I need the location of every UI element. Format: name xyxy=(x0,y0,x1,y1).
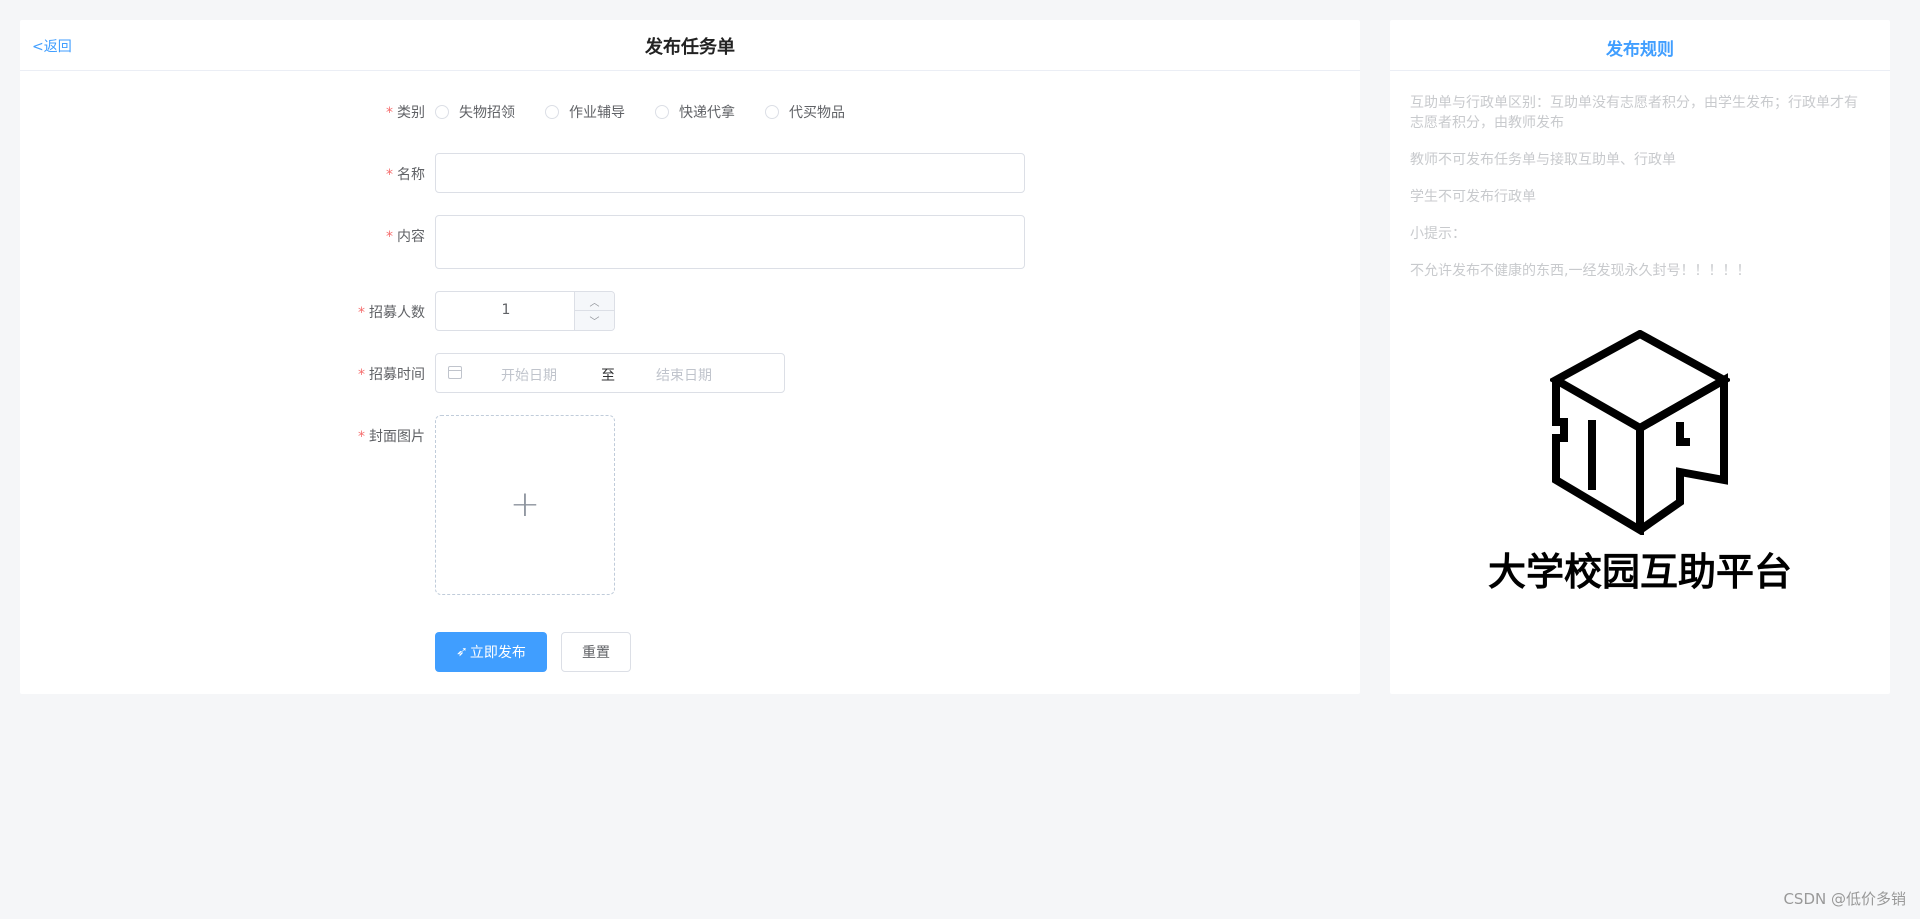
rules-card: 发布规则 互助单与行政单区别：互助单没有志愿者积分，由学生发布；行政单才有志愿者… xyxy=(1390,20,1890,694)
cube-logo-icon xyxy=(1547,329,1733,538)
rule-item: 不允许发布不健康的东西,一经发现永久封号！！！！！ xyxy=(1410,263,1751,279)
stepper-controls: ︿ ﹀ xyxy=(574,292,614,330)
content-textarea[interactable] xyxy=(435,215,1025,269)
recruit-count-stepper[interactable]: 1 ︿ ﹀ xyxy=(435,291,615,331)
radio-express[interactable]: 快递代拿 xyxy=(655,102,735,122)
recruit-count-row: * 招募人数 1 ︿ ﹀ xyxy=(20,291,1360,331)
logo-text: 大学校园互助平台 xyxy=(1487,550,1792,594)
card-header: <返回 发布任务单 xyxy=(20,20,1360,71)
name-input[interactable] xyxy=(435,153,1025,193)
category-radio-group: 失物招领 作业辅导 快递代拿 代买物品 xyxy=(435,102,875,122)
start-date-input[interactable]: 开始日期 xyxy=(501,365,557,385)
end-date-input[interactable]: 结束日期 xyxy=(656,365,712,385)
watermark: CSDN @低价多销 xyxy=(1783,890,1906,908)
name-label: * 名称 xyxy=(386,167,425,183)
rules-list: 互助单与行政单区别：互助单没有志愿者积分，由学生发布；行政单才有志愿者积分，由教… xyxy=(1390,71,1890,281)
rule-item: 教师不可发布任务单与接取互助单、行政单 xyxy=(1410,152,1676,168)
plus-icon: + xyxy=(509,484,541,525)
rule-item: 学生不可发布行政单 xyxy=(1410,189,1536,205)
recruit-time-label: * 招募时间 xyxy=(358,367,425,383)
send-icon: ➶ xyxy=(456,644,468,660)
date-range-picker[interactable]: 开始日期 至 结束日期 xyxy=(435,353,785,393)
radio-homework[interactable]: 作业辅导 xyxy=(545,102,625,122)
range-separator: 至 xyxy=(601,368,615,384)
publish-task-card: <返回 发布任务单 * 类别 失物招领 作业辅导 快递代拿 代买物品 * 名称 * 内… xyxy=(20,20,1360,694)
category-label: * 类别 xyxy=(386,105,425,121)
platform-logo: 大学校园互助平台 xyxy=(1390,329,1890,596)
rule-item: 互助单与行政单区别：互助单没有志愿者积分，由学生发布；行政单才有志愿者积分，由教… xyxy=(1410,95,1858,131)
recruit-count-value[interactable]: 1 xyxy=(436,302,576,318)
chevron-up-icon: ︿ xyxy=(589,297,600,309)
radio-lost-found[interactable]: 失物招领 xyxy=(435,102,515,122)
radio-circle[interactable] xyxy=(435,105,449,119)
rules-title: 发布规则 xyxy=(1606,40,1674,60)
publish-button[interactable]: ➶ 立即发布 xyxy=(435,632,547,672)
radio-circle[interactable] xyxy=(765,105,779,119)
cover-label: * 封面图片 xyxy=(358,429,425,445)
calendar-icon xyxy=(448,366,462,379)
radio-circle[interactable] xyxy=(655,105,669,119)
decrease-button[interactable]: ﹀ xyxy=(575,311,614,330)
rule-item: 小提示： xyxy=(1410,226,1466,242)
radio-purchase[interactable]: 代买物品 xyxy=(765,102,845,122)
reset-button[interactable]: 重置 xyxy=(561,632,631,672)
radio-circle[interactable] xyxy=(545,105,559,119)
recruit-count-label: * 招募人数 xyxy=(358,305,425,321)
rules-header: 发布规则 xyxy=(1390,20,1890,71)
cover-upload[interactable]: + xyxy=(435,415,615,595)
chevron-down-icon: ﹀ xyxy=(589,317,600,328)
page-title: 发布任务单 xyxy=(645,37,735,58)
content-label: * 内容 xyxy=(386,229,425,245)
recruit-time-row: * 招募时间 开始日期 至 结束日期 xyxy=(20,353,1360,393)
increase-button[interactable]: ︿ xyxy=(575,292,614,311)
